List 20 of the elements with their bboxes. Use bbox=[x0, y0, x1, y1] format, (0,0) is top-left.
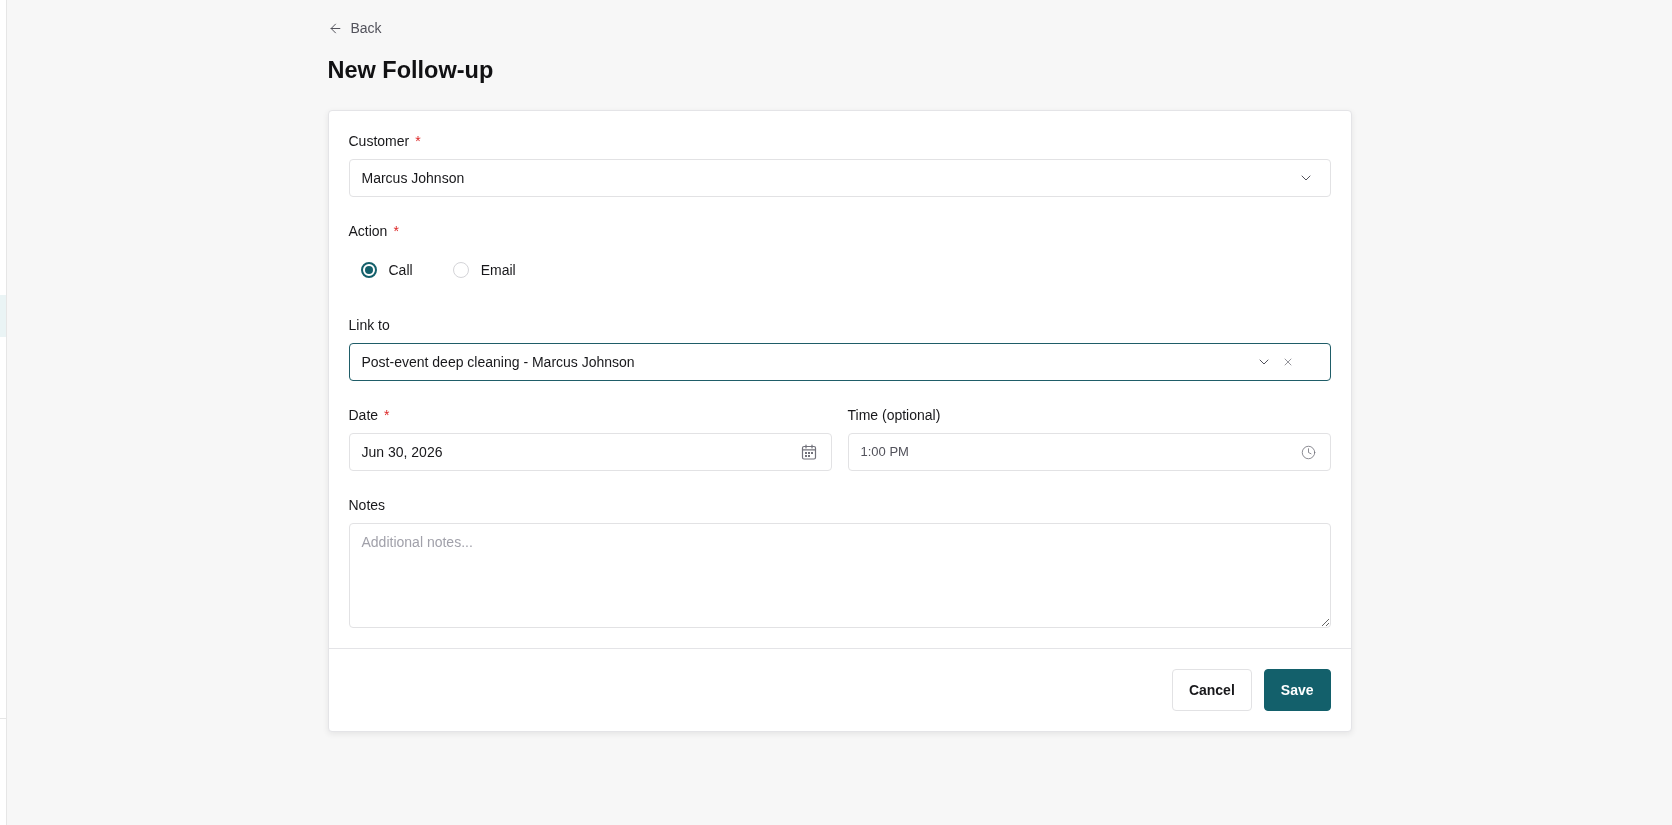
time-field[interactable]: 1:00 PM bbox=[847, 433, 1331, 471]
select-field[interactable]: Marcus Johnson bbox=[348, 159, 1331, 197]
field-label: Link to bbox=[348, 316, 391, 335]
clock-icon bbox=[1300, 444, 1316, 460]
save-button[interactable]: Save bbox=[1263, 669, 1331, 711]
calendar-icon bbox=[800, 444, 817, 460]
date-field[interactable]: Jun 30, 2026 bbox=[348, 433, 832, 471]
select-field[interactable]: Post-event deep cleaning - Marcus Johnson bbox=[348, 343, 1331, 381]
field-label: Notes bbox=[348, 496, 387, 515]
field-label: Date * bbox=[348, 406, 391, 425]
cancel-button[interactable]: Cancel bbox=[1171, 669, 1252, 711]
field-label: Customer * bbox=[348, 132, 422, 151]
page-title: New Follow-up bbox=[327, 56, 494, 85]
field-label: Time (optional) bbox=[847, 406, 942, 425]
field-label: Action * bbox=[348, 222, 400, 241]
notes-field[interactable]: Additional notes... bbox=[348, 523, 1331, 628]
radio-label: Email bbox=[480, 261, 516, 280]
radio-button[interactable] bbox=[360, 262, 377, 278]
radio-label: Call bbox=[388, 261, 413, 280]
back-link[interactable]: Back bbox=[327, 18, 382, 38]
